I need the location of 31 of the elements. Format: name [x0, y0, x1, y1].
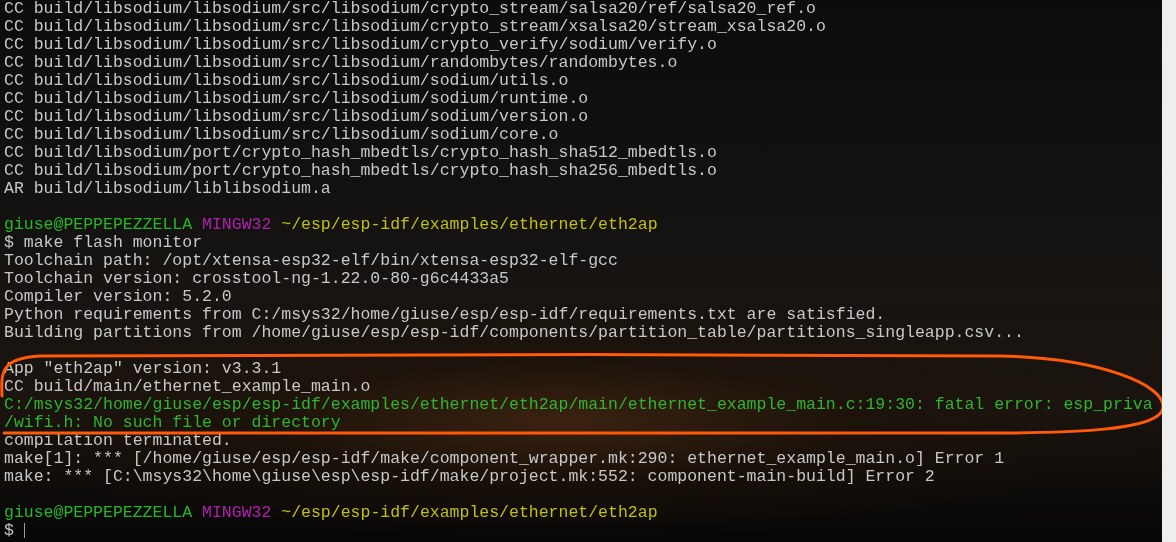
output-line: CC build/libsodium/libsodium/src/libsodium/sodium/runtime.o	[4, 90, 589, 108]
output-line: CC build/libsodium/libsodium/src/libsodium/sodium/utils.o	[4, 72, 569, 90]
output-line: Python requirements from C:/msys32/home/giuse/esp/esp-idf/requirements.txt are satisfied.	[4, 306, 886, 324]
output-line: make: *** [C:\msys32\home\giuse\esp\esp-idf/make/project.mk:552: component-main-build] Error 2	[4, 468, 935, 486]
output-line: CC build/libsodium/libsodium/src/libsodium/crypto_verify/sodium/verify.o	[4, 36, 717, 54]
prompt-sign: $	[4, 521, 14, 540]
output-line: CC build/libsodium/libsodium/src/libsodium/crypto_stream/salsa20/ref/salsa20_ref.o	[4, 0, 816, 18]
output-line: CC build/libsodium/libsodium/src/libsodium/sodium/version.o	[4, 108, 589, 126]
prompt-path: ~/esp/esp-idf/examples/ethernet/eth2ap	[281, 503, 658, 522]
output-line: CC build/libsodium/port/crypto_hash_mbedtls/crypto_hash_sha256_mbedtls.o	[4, 162, 717, 180]
output-line: Building partitions from /home/giuse/esp/esp-idf/components/partition_table/partitions_singleapp.csv...	[4, 324, 1024, 342]
output-line: make[1]: *** [/home/giuse/esp/esp-idf/make/component_wrapper.mk:290: ethernet_example_main.o] Error 1	[4, 450, 1005, 468]
output-line: AR build/libsodium/liblibsodium.a	[4, 180, 331, 198]
output-line: Compiler version: 5.2.0	[4, 288, 232, 306]
output-line: compilation terminated.	[4, 432, 232, 450]
output-line: CC build/libsodium/libsodium/src/libsodium/randombytes/randombytes.o	[4, 54, 678, 72]
text-cursor	[23, 523, 25, 539]
command-line: $ make flash monitor	[4, 234, 203, 252]
prompt-path: ~/esp/esp-idf/examples/ethernet/eth2ap	[281, 215, 658, 234]
prompt-user: giuse@PEPPEPEZZELLA	[4, 503, 193, 522]
prompt-user: giuse@PEPPEPEZZELLA	[4, 215, 193, 234]
output-line: Toolchain path: /opt/xtensa-esp32-elf/bin/xtensa-esp32-elf-gcc	[4, 252, 618, 270]
output-line: CC build/main/ethernet_example_main.o	[4, 378, 371, 396]
prompt-system: MINGW32	[202, 215, 272, 234]
output-line: CC build/libsodium/port/crypto_hash_mbedtls/crypto_hash_sha512_mbedtls.o	[4, 144, 717, 162]
output-line: CC build/libsodium/libsodium/src/libsodium/crypto_stream/xsalsa20/stream_xsalsa20.o	[4, 18, 826, 36]
prompt-system: MINGW32	[202, 503, 272, 522]
output-line: Toolchain version: crosstool-ng-1.22.0-80-g6c4433a5	[4, 270, 509, 288]
error-line: /wifi.h: No such file or directory	[4, 414, 341, 432]
output-line: CC build/libsodium/libsodium/src/libsodium/sodium/core.o	[4, 126, 559, 144]
error-line: C:/msys32/home/giuse/esp/esp-idf/examples/ethernet/eth2ap/main/ethernet_example_main.c:19:30: fatal error: esp_priva	[4, 396, 1153, 414]
